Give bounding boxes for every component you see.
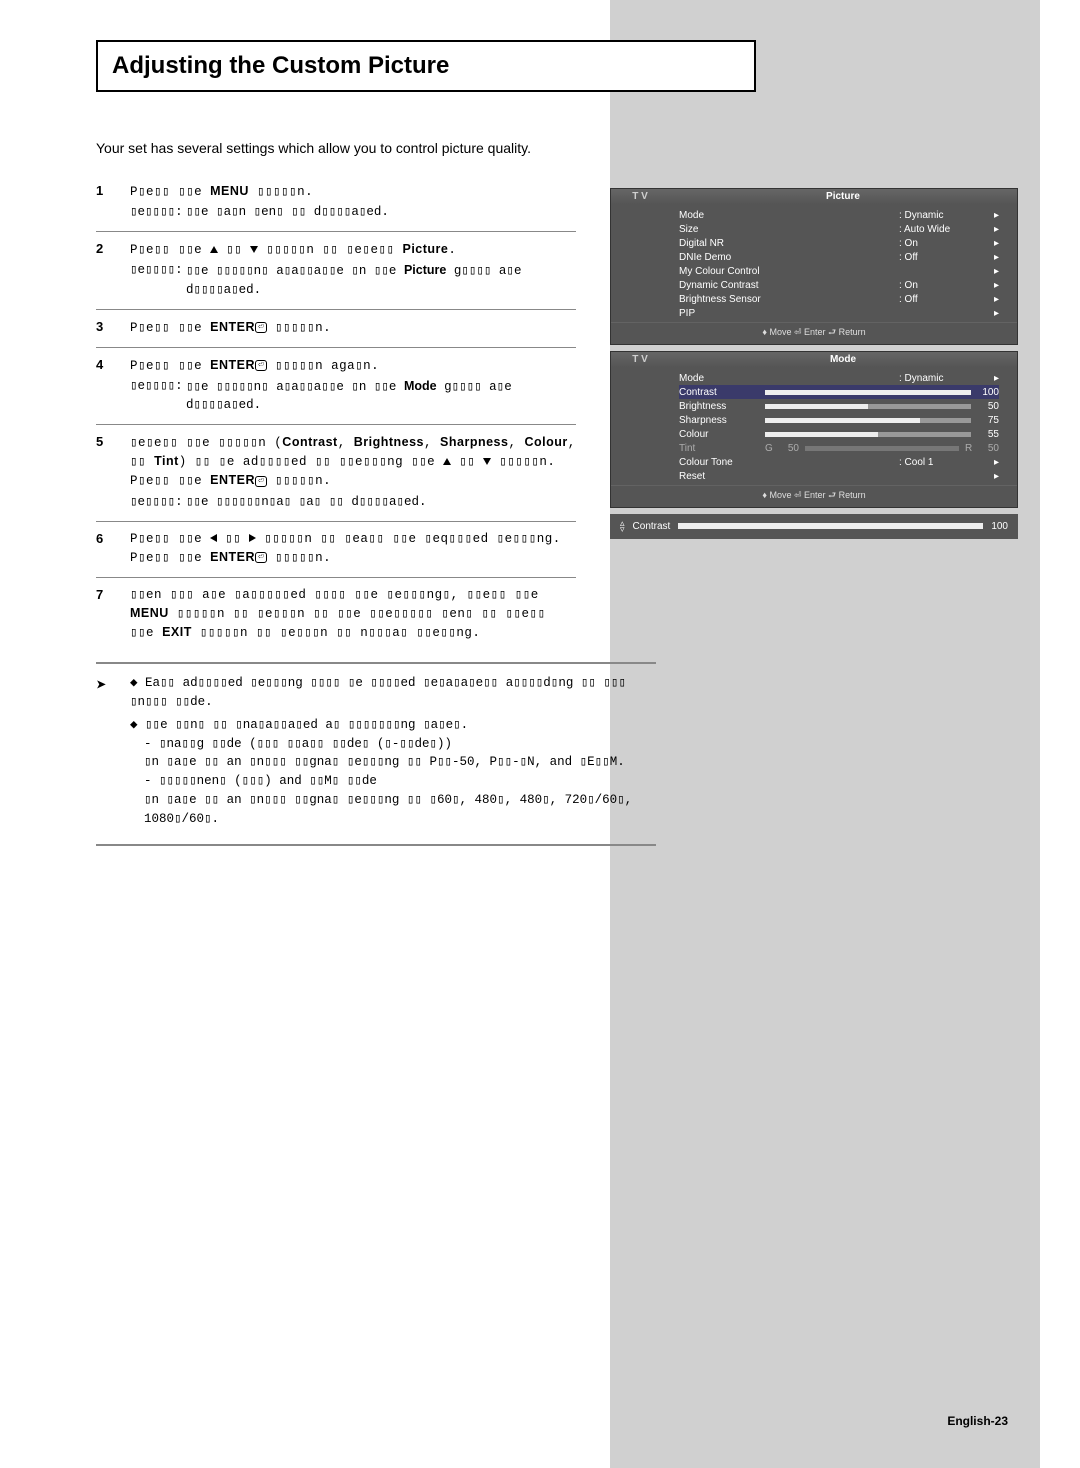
note-sub: ▯n ▯a▯e ▯▯ an ▯n▯▯▯ ▯▯gna▯ ▯e▯▯▯ng ▯▯ P▯… [130,753,656,772]
note-arrow-icon: ➤ [96,674,130,832]
note-sub: - ▯▯▯▯▯nen▯ (▯▯▯) and ▯▯M▯ ▯▯de [130,772,656,791]
result-label: ▯e▯▯▯▯: [130,493,186,511]
right-arrow-icon [249,534,256,542]
enter-icon: ⏎ [255,322,267,333]
step-result: ▯▯e ▯▯▯▯▯n▯ a▯a▯▯a▯▯e ▯n ▯▯e Mode g▯▯▯▯ … [186,377,576,414]
step-number: 7 [96,586,130,642]
step-instruction: P▯e▯▯ ▯▯e ENTER⏎ ▯▯▯▯▯n aga▯n. [130,356,576,375]
step: 4 P▯e▯▯ ▯▯e ENTER⏎ ▯▯▯▯▯n aga▯n. ▯e▯▯▯▯:… [96,347,576,424]
step-result: ▯▯e ▯▯▯▯▯▯n▯a▯ ▯a▯ ▯▯ d▯▯▯▯a▯ed. [186,493,427,511]
step: 2 P▯e▯▯ ▯▯e ▯▯ ▯▯▯▯▯n ▯▯ ▯e▯e▯▯ Picture.… [96,231,576,308]
step-number: 4 [96,356,130,414]
enter-icon: ⏎ [255,552,267,563]
down-arrow-icon [250,246,258,253]
result-label: ▯e▯▯▯▯: [130,377,186,414]
step-result: ▯▯e ▯▯▯▯▯n▯ a▯a▯▯a▯▯e ▯n ▯▯e Picture g▯▯… [186,261,576,298]
step: 3 P▯e▯▯ ▯▯e ENTER⏎ ▯▯▯▯▯n. [96,309,576,347]
steps-list: 1 P▯e▯▯ ▯▯e MENU ▯▯▯▯▯n. ▯e▯▯▯▯:▯▯e ▯a▯n… [96,174,576,652]
step: 7 ▯▯en ▯▯▯ a▯e ▯a▯▯▯▯▯ed ▯▯▯▯ ▯▯e ▯e▯▯▯n… [96,577,576,652]
page-number: English-23 [947,1414,1008,1428]
intro-text: Your set has several settings which allo… [96,140,1040,156]
step-instruction: ▯e▯e▯▯ ▯▯e ▯▯▯▯▯n (Contrast, Brightness,… [130,433,576,490]
step-instruction: P▯e▯▯ ▯▯e ▯▯ ▯▯▯▯▯n ▯▯ ▯e▯e▯▯ Picture. [130,240,576,259]
enter-icon: ⏎ [255,476,267,487]
title-bar: Adjusting the Custom Picture [96,40,756,92]
note-item: ▯▯e ▯▯n▯ ▯▯ ▯na▯a▯▯a▯ed a▯ ▯▯▯▯▯▯▯ng ▯a▯… [130,716,656,829]
enter-icon: ⏎ [255,360,267,371]
step-instruction: P▯e▯▯ ▯▯e ENTER⏎ ▯▯▯▯▯n. [130,318,576,337]
step-number: 1 [96,182,130,221]
step-result: ▯▯e ▯a▯n ▯en▯ ▯▯ d▯▯▯▯a▯ed. [186,203,389,221]
result-label: ▯e▯▯▯▯: [130,261,186,298]
step: 1 P▯e▯▯ ▯▯e MENU ▯▯▯▯▯n. ▯e▯▯▯▯:▯▯e ▯a▯n… [96,174,576,231]
notes-block: ➤ Ea▯▯ ad▯▯▯▯ed ▯e▯▯▯ng ▯▯▯▯ ▯e ▯▯▯▯ed ▯… [96,662,656,846]
step-instruction: ▯▯en ▯▯▯ a▯e ▯a▯▯▯▯▯ed ▯▯▯▯ ▯▯e ▯e▯▯▯ng▯… [130,586,576,642]
step-instruction: P▯e▯▯ ▯▯e MENU ▯▯▯▯▯n. [130,182,576,201]
up-arrow-icon [210,246,218,253]
step-number: 2 [96,240,130,298]
down-arrow-icon [483,458,491,465]
step-number: 5 [96,433,130,511]
note-sub: ▯n ▯a▯e ▯▯ an ▯n▯▯▯ ▯▯gna▯ ▯e▯▯▯ng ▯▯ ▯6… [130,791,656,829]
page-title: Adjusting the Custom Picture [112,52,740,80]
step: 6 P▯e▯▯ ▯▯e ▯▯ ▯▯▯▯▯n ▯▯ ▯ea▯▯ ▯▯e ▯eq▯▯… [96,521,576,577]
step-number: 3 [96,318,130,337]
step: 5 ▯e▯e▯▯ ▯▯e ▯▯▯▯▯n (Contrast, Brightnes… [96,424,576,521]
step-instruction: P▯e▯▯ ▯▯e ▯▯ ▯▯▯▯▯n ▯▯ ▯ea▯▯ ▯▯e ▯eq▯▯▯e… [130,530,576,567]
up-arrow-icon [443,458,451,465]
result-label: ▯e▯▯▯▯: [130,203,186,221]
left-arrow-icon [210,534,217,542]
note-item: Ea▯▯ ad▯▯▯▯ed ▯e▯▯▯ng ▯▯▯▯ ▯e ▯▯▯▯ed ▯e▯… [130,674,656,712]
page-content: Adjusting the Custom Picture Your set ha… [0,0,1040,846]
note-sub: - ▯na▯▯g ▯▯de (▯▯▯ ▯▯a▯▯ ▯▯de▯ (▯-▯▯de▯)… [130,735,656,754]
step-number: 6 [96,530,130,567]
